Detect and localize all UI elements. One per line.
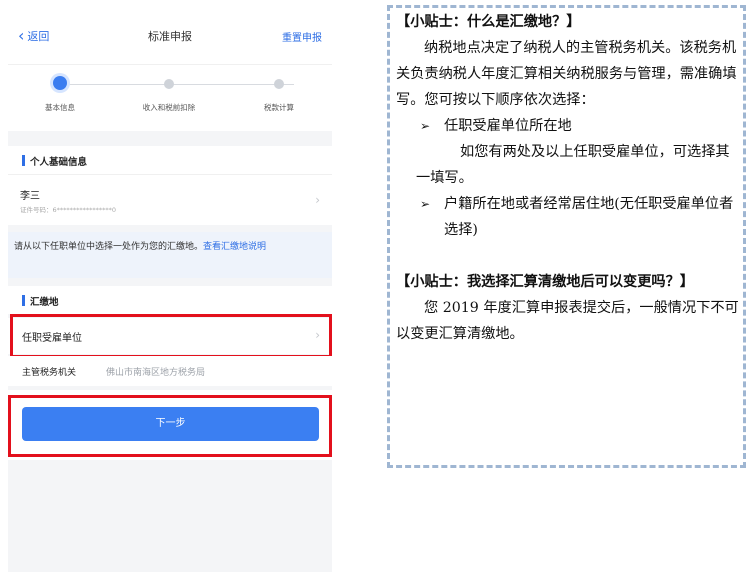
progress-stepper: 基本信息 收入和税前扣除 税款计算 xyxy=(8,64,332,131)
section-title: 汇缴地 xyxy=(30,297,59,308)
highlight-frame xyxy=(10,314,332,358)
tips-panel: 【小贴士：什么是汇缴地？】 纳税地点决定了纳税人的主管税务机关。该税务机关负责纳… xyxy=(387,5,746,468)
chevron-right-icon: › xyxy=(315,193,320,207)
step-dot-basic-info xyxy=(53,76,67,90)
list-item-note-text: 如您有两处及以上任职受雇单位，可选择其一填写。 xyxy=(416,144,730,186)
step-label-tax-calc: 税款计算 xyxy=(264,103,294,112)
section-title: 个人基础信息 xyxy=(30,157,88,168)
step-label-income: 收入和税前扣除 xyxy=(142,103,196,112)
tip-heading: 【小贴士：我选择汇算清缴地后可以变更吗？】 xyxy=(396,274,694,290)
phone-screenshot: ‹ 返回 标准申报 重置申报 基本信息 收入和税前扣除 税款计算 个人基础信息 … xyxy=(8,0,332,572)
step-dot-tax-calc xyxy=(274,79,284,89)
person-id-number: 证件号码：6*****************0 xyxy=(20,206,117,214)
highlight-frame xyxy=(8,395,332,457)
step-label-basic-info: 基本信息 xyxy=(45,103,75,112)
list-item-text: 任职受雇单位所在地 xyxy=(444,118,572,134)
arrow-right-icon: ➢ xyxy=(420,197,431,211)
section-marker xyxy=(22,295,25,306)
notice-text: 请从以下任职单位中选择一处作为您的汇缴地。 xyxy=(14,242,204,252)
reset-declaration-button[interactable]: 重置申报 xyxy=(282,29,322,44)
arrow-right-icon: ➢ xyxy=(420,119,431,133)
stepper-track xyxy=(68,84,294,85)
view-location-help-link[interactable]: 查看汇缴地说明 xyxy=(203,242,266,252)
tax-authority-row: 主管税务机关 佛山市南海区地方税务局 xyxy=(8,356,332,386)
person-card[interactable]: 李三 证件号码：6*****************0 › xyxy=(8,174,332,225)
tip-paragraph: 纳税地点决定了纳税人的主管税务机关。该税务机关负责纳税人年度汇算相关纳税服务与管… xyxy=(396,40,737,108)
tip-paragraph: 您 2019 年度汇算申报表提交后，一般情况下不可以变更汇算清缴地。 xyxy=(396,300,739,342)
section-marker xyxy=(22,155,25,166)
tax-location-section-header: 汇缴地 xyxy=(8,286,332,314)
personal-info-section-header: 个人基础信息 xyxy=(8,146,332,174)
nav-bar: ‹ 返回 标准申报 重置申报 xyxy=(8,0,332,64)
list-item: ➢ 户籍所在地或者经常居住地(无任职受雇单位者选择) xyxy=(396,191,739,243)
selection-notice: 请从以下任职单位中选择一处作为您的汇缴地。查看汇缴地说明 xyxy=(8,232,332,278)
list-item-text: 户籍所在地或者经常居住地(无任职受雇单位者选择) xyxy=(444,196,734,238)
list-item: ➢ 任职受雇单位所在地 xyxy=(396,113,739,139)
step-dot-income xyxy=(164,79,174,89)
person-name: 李三 xyxy=(20,191,40,202)
list-item-note: 如您有两处及以上任职受雇单位，可选择其一填写。 xyxy=(396,139,739,191)
tax-authority-label: 主管税务机关 xyxy=(22,368,77,378)
tax-authority-value: 佛山市南海区地方税务局 xyxy=(106,368,206,378)
tip-heading: 【小贴士：什么是汇缴地？】 xyxy=(396,14,581,30)
